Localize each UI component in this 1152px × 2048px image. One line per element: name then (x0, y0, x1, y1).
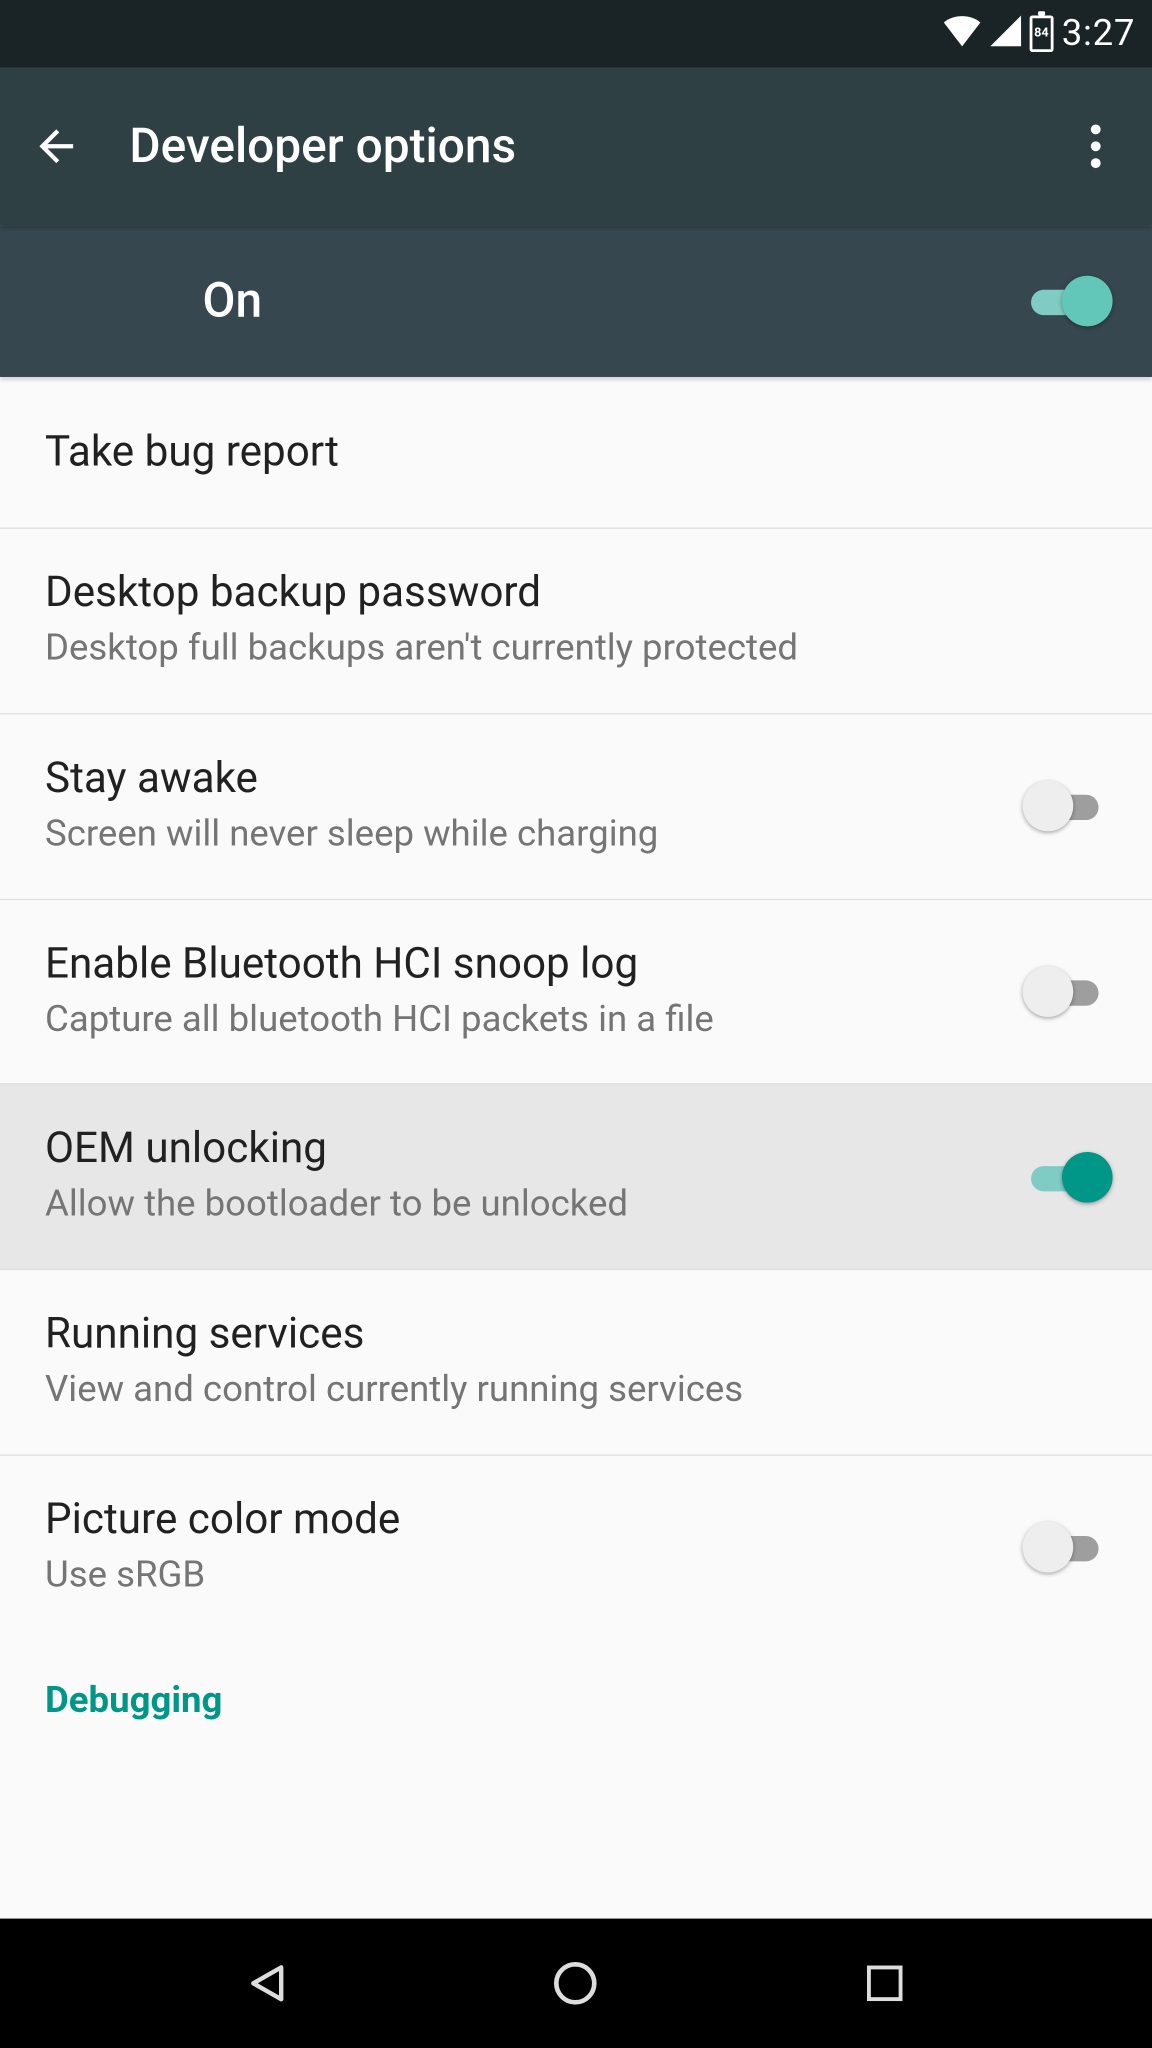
settings-list: Take bug report Desktop backup password … (0, 377, 1152, 1735)
battery-icon: 84 (1029, 15, 1053, 52)
section-header-debugging: Debugging (0, 1640, 1152, 1736)
row-running-services[interactable]: Running services View and control curren… (0, 1270, 1152, 1455)
row-subtitle: Allow the bootloader to be unlocked (45, 1182, 994, 1230)
row-title: Take bug report (45, 428, 1079, 477)
oem-unlocking-switch[interactable] (1023, 1149, 1107, 1205)
master-toggle-switch[interactable] (1023, 273, 1107, 329)
master-toggle-label: On (45, 273, 1023, 329)
navigation-bar (0, 1919, 1152, 2048)
overflow-menu-button[interactable] (1062, 113, 1130, 181)
cell-signal-icon (990, 15, 1021, 52)
row-title: OEM unlocking (45, 1124, 994, 1173)
bluetooth-hci-switch[interactable] (1023, 963, 1107, 1019)
row-title: Desktop backup password (45, 568, 1079, 617)
row-oem-unlocking[interactable]: OEM unlocking Allow the bootloader to be… (0, 1085, 1152, 1270)
arrow-back-icon (31, 121, 82, 172)
nav-back-button[interactable] (211, 1927, 324, 2040)
row-subtitle: View and control currently running servi… (45, 1367, 1079, 1415)
status-time: 3:27 (1062, 13, 1135, 55)
stay-awake-switch[interactable] (1023, 778, 1107, 834)
back-button[interactable] (23, 113, 91, 181)
row-stay-awake[interactable]: Stay awake Screen will never sleep while… (0, 714, 1152, 899)
more-vert-icon (1090, 124, 1101, 169)
master-toggle-row[interactable]: On (0, 225, 1152, 377)
nav-recents-icon (864, 1962, 906, 2004)
nav-back-icon (243, 1959, 291, 2007)
row-picture-color-mode[interactable]: Picture color mode Use sRGB (0, 1456, 1152, 1640)
app-bar-title: Developer options (129, 118, 1062, 174)
row-subtitle: Use sRGB (45, 1553, 994, 1601)
row-subtitle: Desktop full backups aren't currently pr… (45, 626, 1079, 674)
row-desktop-backup-password[interactable]: Desktop backup password Desktop full bac… (0, 529, 1152, 714)
nav-home-button[interactable] (520, 1927, 633, 2040)
row-subtitle: Screen will never sleep while charging (45, 811, 994, 859)
picture-color-switch[interactable] (1023, 1520, 1107, 1576)
row-bluetooth-hci-snoop[interactable]: Enable Bluetooth HCI snoop log Capture a… (0, 900, 1152, 1085)
app-bar: Developer options (0, 68, 1152, 226)
row-subtitle: Capture all bluetooth HCI packets in a f… (45, 997, 994, 1045)
row-title: Stay awake (45, 754, 994, 803)
row-title: Running services (45, 1310, 1079, 1359)
row-title: Picture color mode (45, 1495, 994, 1544)
row-take-bug-report[interactable]: Take bug report (0, 377, 1152, 529)
wifi-icon (942, 15, 981, 52)
nav-recents-button[interactable] (829, 1927, 942, 2040)
row-title: Enable Bluetooth HCI snoop log (45, 939, 994, 988)
section-title: Debugging (45, 1679, 1107, 1721)
status-bar: 84 3:27 (0, 0, 1152, 68)
nav-home-icon (551, 1958, 602, 2009)
battery-percent: 84 (1034, 27, 1049, 41)
